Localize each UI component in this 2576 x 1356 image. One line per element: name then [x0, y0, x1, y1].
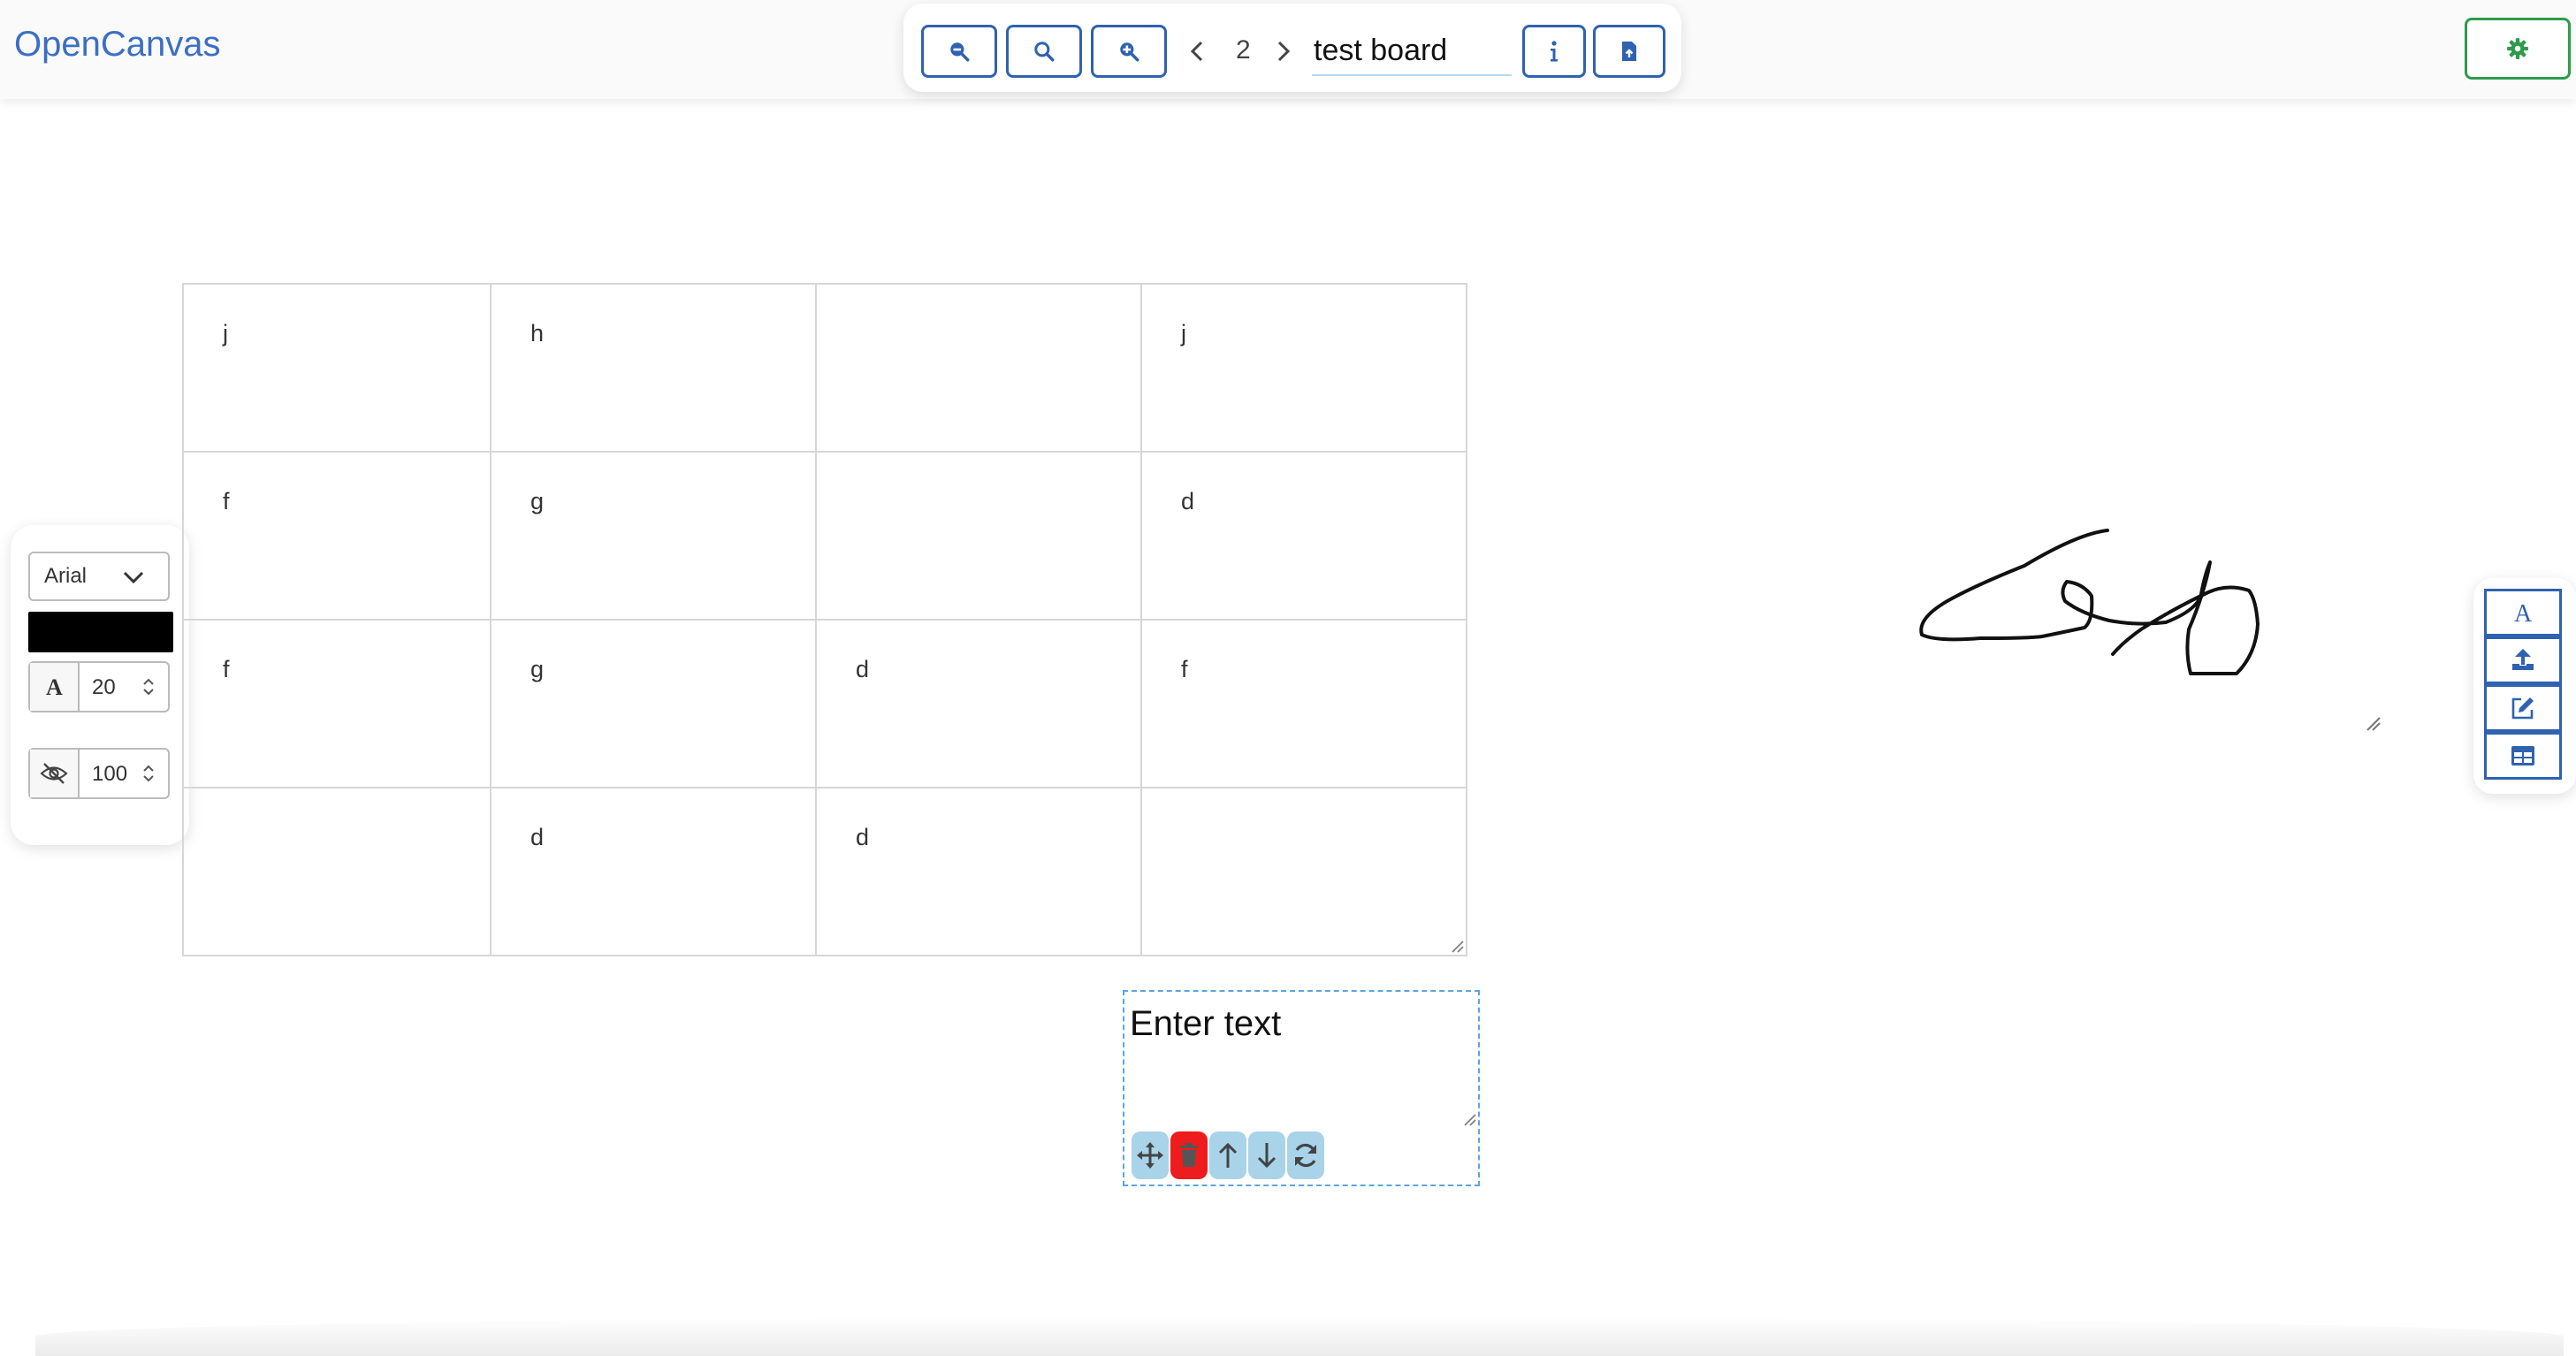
freehand-drawing[interactable]: [1909, 522, 2387, 751]
svg-text:A: A: [46, 675, 63, 698]
table-cell[interactable]: [184, 788, 492, 955]
table-cell[interactable]: [817, 453, 1142, 621]
rotate-icon: [1295, 1143, 1316, 1168]
file-export-icon: [1622, 42, 1636, 61]
font-size-icon: A: [30, 663, 80, 711]
upload-button[interactable]: [2484, 636, 2562, 684]
table-cell[interactable]: h: [492, 285, 817, 453]
trash-icon: [1180, 1143, 1198, 1167]
add-table-button[interactable]: [2484, 732, 2562, 780]
opacity-field[interactable]: 100: [28, 748, 170, 799]
font-size-field[interactable]: A 20: [28, 661, 170, 712]
font-size-value[interactable]: 20: [92, 675, 136, 700]
info-icon: [1551, 41, 1558, 62]
arrow-up-icon: [1218, 1142, 1238, 1168]
header: OpenCanvas 2 test board: [0, 0, 2576, 99]
properties-panel: Arial A 20 100: [11, 525, 189, 845]
table-cell[interactable]: d: [492, 788, 817, 955]
chevron-left-icon[interactable]: [1186, 35, 1208, 67]
table-cell[interactable]: [817, 285, 1142, 453]
color-picker[interactable]: [28, 612, 173, 652]
edit-icon: [2511, 697, 2534, 720]
bring-forward-button[interactable]: [1209, 1131, 1246, 1179]
text-box[interactable]: Enter text: [1123, 990, 1480, 1186]
table-cell[interactable]: f: [1142, 621, 1466, 788]
arrow-down-icon: [1257, 1143, 1277, 1169]
info-button[interactable]: [1522, 25, 1586, 78]
table-cell[interactable]: g: [492, 453, 817, 621]
opacity-value[interactable]: 100: [92, 762, 136, 787]
delete-button[interactable]: [1170, 1131, 1208, 1179]
table-cell[interactable]: g: [492, 621, 817, 788]
resize-handle-icon[interactable]: [1462, 1112, 1476, 1126]
svg-text:A: A: [2514, 600, 2533, 625]
font-family-value: Arial: [44, 564, 88, 588]
zoom-reset-button[interactable]: [1006, 25, 1082, 78]
table-cell[interactable]: f: [184, 621, 492, 788]
board-name-input[interactable]: test board: [1312, 23, 1512, 76]
text-icon: A: [2514, 600, 2533, 625]
rotate-button[interactable]: [1287, 1131, 1324, 1179]
add-text-button[interactable]: A: [2484, 589, 2562, 636]
table-cell[interactable]: j: [184, 285, 492, 453]
table-icon: [2511, 746, 2534, 766]
app-title[interactable]: OpenCanvas: [14, 25, 220, 65]
upload-icon: [2512, 649, 2534, 670]
zoom-in-button[interactable]: [1091, 25, 1167, 78]
font-family-select[interactable]: Arial: [28, 552, 170, 601]
text-box-content[interactable]: Enter text: [1130, 1004, 1281, 1044]
bottom-shadow: [35, 1317, 2564, 1356]
insert-tools-panel: A: [2473, 578, 2576, 794]
canvas-app: OpenCanvas 2 test board Arial A 20 100 j…: [0, 0, 2576, 1356]
table-cell[interactable]: d: [817, 621, 1142, 788]
eye-slash-icon: [30, 750, 80, 797]
zoom-out-icon: [950, 42, 970, 62]
table-cell[interactable]: f: [184, 453, 492, 621]
draw-button[interactable]: [2484, 684, 2562, 732]
chevron-down-icon: [123, 571, 144, 584]
canvas-table[interactable]: j h j f g d f g d f d d: [182, 283, 1467, 956]
text-box-toolbar: [1132, 1131, 1324, 1179]
top-toolbar: 2 test board: [903, 4, 1681, 92]
stepper-icon[interactable]: [141, 762, 156, 785]
settings-button[interactable]: [2465, 18, 2571, 80]
page-number: 2: [1236, 35, 1251, 65]
zoom-out-button[interactable]: [921, 25, 997, 78]
stepper-icon[interactable]: [141, 675, 156, 698]
table-cell[interactable]: d: [1142, 453, 1466, 621]
chevron-right-icon[interactable]: [1273, 35, 1294, 67]
send-backward-button[interactable]: [1248, 1131, 1285, 1179]
table-cell[interactable]: j: [1142, 285, 1466, 453]
search-icon: [1034, 42, 1055, 62]
export-button[interactable]: [1593, 25, 1665, 78]
resize-handle-icon[interactable]: [2366, 717, 2381, 731]
move-button[interactable]: [1132, 1131, 1169, 1179]
move-icon: [1137, 1142, 1163, 1169]
gear-icon: [2507, 38, 2528, 59]
resize-handle-icon[interactable]: [1450, 939, 1464, 953]
zoom-in-icon: [1120, 42, 1139, 62]
table-cell[interactable]: d: [817, 788, 1142, 955]
table-cell[interactable]: [1142, 788, 1466, 955]
